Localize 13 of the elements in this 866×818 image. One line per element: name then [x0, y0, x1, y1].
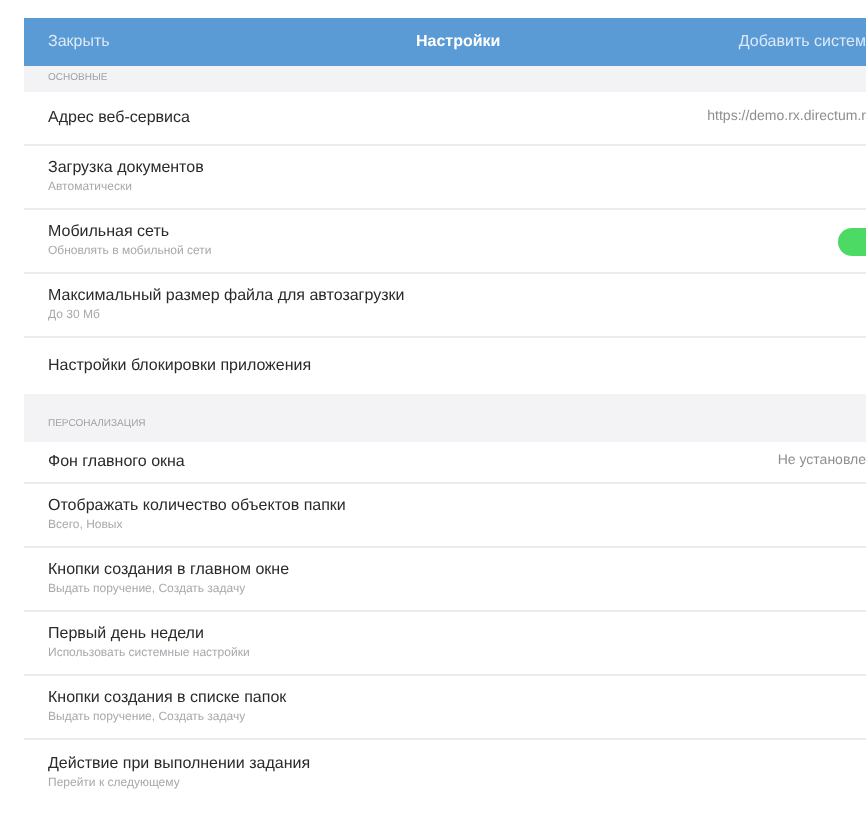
row-title: Загрузка документов: [48, 158, 204, 178]
row-title: Кнопки создания в списке папок: [48, 688, 287, 708]
row-title: Адрес веб-сервиса: [48, 108, 190, 128]
row-title: Действие при выполнении задания: [48, 753, 311, 773]
settings-row[interactable]: Настройки блокировки приложения: [24, 338, 866, 392]
nav-title: Настройки: [416, 30, 501, 54]
row-title: Первый день недели: [48, 624, 206, 644]
row-title: Отображать количество объектов папки: [48, 496, 346, 516]
row-title: Мобильная сеть: [48, 222, 172, 242]
row-title: Кнопки создания в главном окне: [48, 560, 290, 580]
row-title: Максимальный размер файла для автозагрузки: [48, 286, 405, 306]
row-title: Фон главного окна: [48, 452, 185, 472]
row-title: Настройки блокировки приложения: [48, 355, 312, 375]
